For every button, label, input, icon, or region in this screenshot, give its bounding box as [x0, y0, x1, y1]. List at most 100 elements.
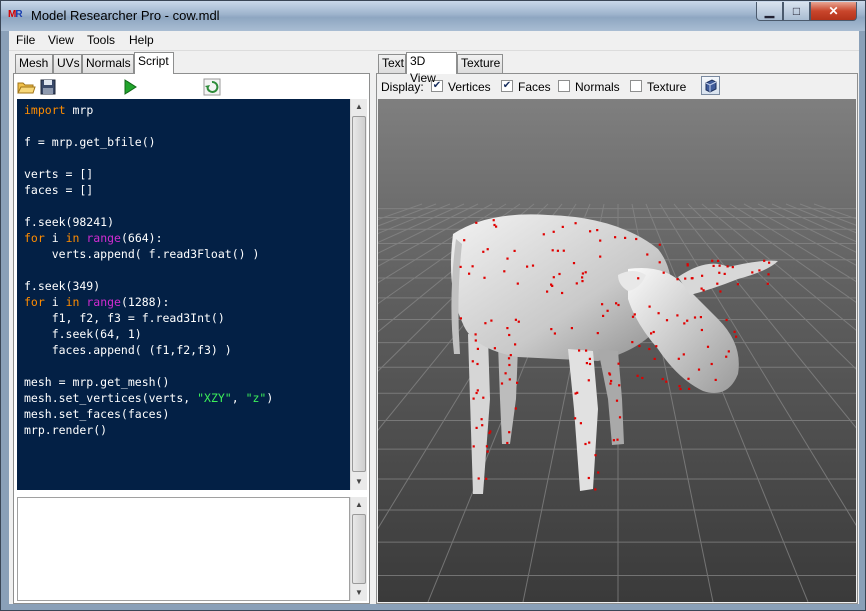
menu-bar: File View Tools Help: [9, 31, 859, 51]
editor-scrollbar[interactable]: ▲ ▼: [350, 99, 367, 490]
scroll-up-icon[interactable]: ▲: [351, 497, 367, 513]
code-line: import mrp: [24, 102, 93, 118]
tab-uvs[interactable]: UVs: [53, 54, 82, 73]
reset-view-button[interactable]: [701, 76, 720, 95]
code-token: "XZY": [197, 391, 232, 405]
clear-output-button[interactable]: [202, 77, 222, 97]
code-token: (664):: [120, 231, 163, 245]
run-button[interactable]: [120, 77, 140, 97]
tab-texture[interactable]: Texture: [457, 54, 503, 73]
code-line: verts = []: [24, 166, 93, 182]
faces-checkbox[interactable]: ✔: [501, 80, 513, 92]
menu-file[interactable]: File: [16, 33, 35, 47]
code-token: range: [86, 231, 121, 245]
code-token: f.seek(98241): [24, 215, 115, 229]
scroll-down-icon[interactable]: ▼: [351, 585, 367, 601]
code-token: mesh.set_faces(faces): [24, 407, 170, 421]
code-token: in: [65, 231, 80, 245]
code-token: f.seek(64, 1): [24, 327, 142, 341]
left-tab-bar: Mesh UVs Normals Script: [13, 52, 370, 74]
tab-script[interactable]: Script: [134, 52, 174, 74]
code-line: for i in range(664):: [24, 230, 163, 246]
code-line: verts.append( f.read3Float() ): [24, 246, 260, 262]
tab-text[interactable]: Text: [378, 54, 406, 73]
code-token: mesh = mrp.get_mesh(): [24, 375, 170, 389]
view-panel: Display: ✔ Vertices ✔ Faces Normals Text…: [376, 73, 858, 604]
normals-checkbox[interactable]: [558, 80, 570, 92]
code-token: f = mrp.get_bfile(): [24, 135, 156, 149]
code-token: in: [65, 295, 80, 309]
script-panel: import mrp f = mrp.get_bfile()verts = [] f…: [13, 73, 370, 604]
output-console[interactable]: [17, 497, 350, 601]
scroll-up-icon[interactable]: ▲: [351, 99, 367, 115]
code-line: mesh.set_faces(faces): [24, 406, 169, 422]
normals-label[interactable]: Normals: [575, 80, 620, 94]
code-token: for: [24, 231, 45, 245]
vertices-label[interactable]: Vertices: [448, 80, 491, 94]
tab-mesh[interactable]: Mesh: [15, 54, 53, 73]
minimize-button[interactable]: ▁: [756, 2, 783, 21]
app-logo-icon: MR: [8, 9, 23, 20]
code-token: faces.append( (f1,f2,f3) ): [24, 343, 232, 357]
code-line: f.seek(64, 1): [24, 326, 142, 342]
code-line: f = mrp.get_bfile(): [24, 134, 156, 150]
close-button[interactable]: ✕: [810, 2, 857, 21]
client-area: File View Tools Help Mesh UVs Normals Sc…: [9, 31, 859, 604]
code-token: mesh.set_vertices(verts,: [24, 391, 198, 405]
maximize-button[interactable]: □: [783, 2, 810, 21]
faces-label[interactable]: Faces: [518, 80, 551, 94]
code-line: faces = []: [24, 182, 93, 198]
code-line: faces.append( (f1,f2,f3) ): [24, 342, 232, 358]
code-token: verts = []: [24, 167, 94, 181]
code-token: range: [86, 295, 121, 309]
scroll-thumb[interactable]: [352, 116, 366, 472]
code-line: f.seek(349): [24, 278, 100, 294]
code-token: import: [24, 103, 66, 117]
save-button[interactable]: [38, 77, 58, 97]
run-icon: [124, 79, 137, 95]
code-token: "z": [245, 391, 267, 405]
3d-scene: [378, 203, 856, 602]
code-line: f.seek(98241): [24, 214, 114, 230]
menu-view[interactable]: View: [48, 33, 74, 47]
window-title: Model Researcher Pro - cow.mdl: [31, 8, 220, 23]
code-token: f.seek(349): [24, 279, 101, 293]
code-token: i: [44, 295, 66, 309]
code-token: (1288):: [120, 295, 170, 309]
texture-label[interactable]: Texture: [647, 80, 686, 94]
scroll-thumb[interactable]: [352, 514, 366, 584]
clear-icon: [203, 78, 221, 96]
code-line: for i in range(1288):: [24, 294, 169, 310]
code-token: f1, f2, f3 = f.read3Int(): [24, 311, 225, 325]
app-window: MR Model Researcher Pro - cow.mdl ▁ □ ✕ …: [0, 0, 866, 611]
title-bar[interactable]: MR Model Researcher Pro - cow.mdl ▁ □ ✕: [1, 1, 865, 31]
code-token: mrp.render(): [24, 423, 108, 437]
menu-help[interactable]: Help: [129, 33, 154, 47]
3d-viewport[interactable]: [378, 99, 856, 602]
code-token: ,: [231, 391, 246, 405]
display-options-bar: Display: ✔ Vertices ✔ Faces Normals Text…: [377, 74, 857, 99]
code-token: for: [24, 295, 45, 309]
code-line: mesh = mrp.get_mesh(): [24, 374, 169, 390]
maximize-icon: □: [792, 4, 801, 18]
tab-3d-view[interactable]: 3D View: [406, 52, 457, 85]
code-token: verts.append( f.read3Float() ): [24, 247, 260, 261]
code-token: mrp: [65, 103, 94, 117]
scroll-down-icon[interactable]: ▼: [351, 474, 367, 490]
code-token: ): [266, 391, 274, 405]
code-token: faces = []: [24, 183, 94, 197]
menu-tools[interactable]: Tools: [87, 33, 115, 47]
open-folder-icon: [17, 82, 36, 94]
code-line: mrp.render(): [24, 422, 107, 438]
minimize-icon: ▁: [764, 4, 775, 18]
cube-icon: [705, 79, 717, 93]
script-editor[interactable]: import mrp f = mrp.get_bfile()verts = [] f…: [17, 99, 350, 490]
code-line: f1, f2, f3 = f.read3Int(): [24, 310, 225, 326]
tab-normals[interactable]: Normals: [82, 54, 134, 73]
texture-checkbox[interactable]: [630, 80, 642, 92]
output-scrollbar[interactable]: ▲ ▼: [350, 497, 367, 601]
open-button[interactable]: [16, 77, 36, 97]
cow-mesh: [450, 214, 778, 494]
close-icon: ✕: [828, 4, 839, 18]
save-icon: [40, 79, 56, 95]
